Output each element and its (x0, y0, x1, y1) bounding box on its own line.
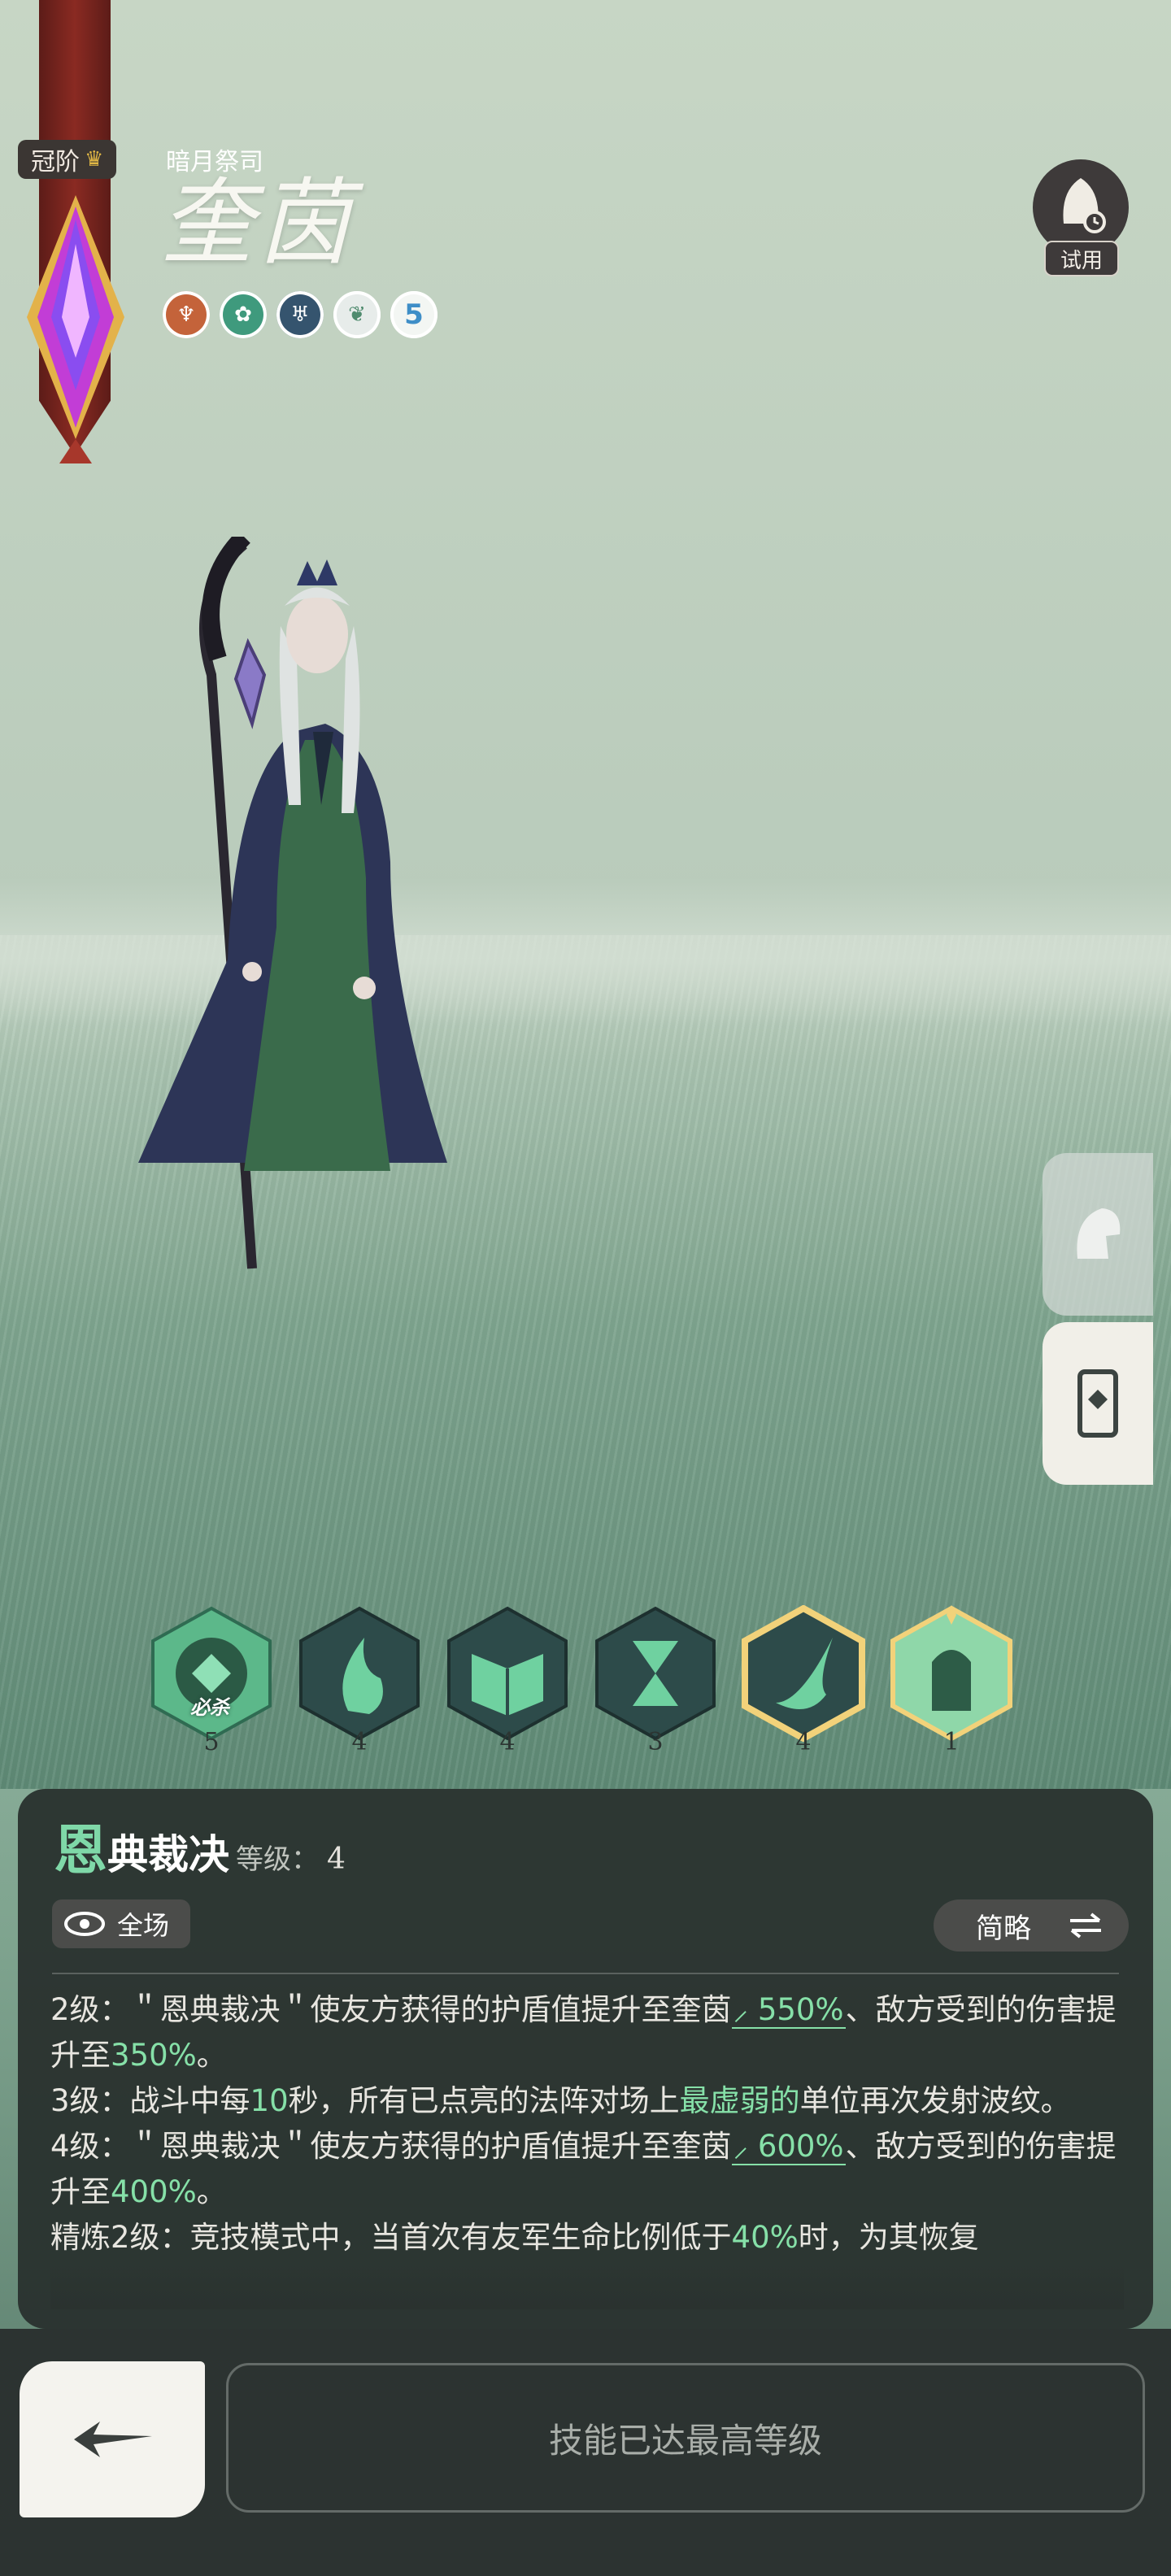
skill-title: 恩 典裁决 等级： 4 (54, 1807, 346, 1885)
ultimate-tag: 必杀 (190, 1696, 229, 1719)
eye-icon (64, 1912, 105, 1936)
skill-level: 4 (342, 1721, 377, 1763)
skill-level: 5 (194, 1721, 229, 1763)
value-shield: ⸝ 600% (731, 2129, 846, 2165)
skill-level-label: 等级： (236, 1843, 319, 1876)
skill-slot-3[interactable]: 4 (439, 1605, 576, 1756)
hero-character-art (122, 530, 610, 1317)
fire-icon[interactable]: ♆ (163, 291, 210, 338)
desc-line-3: 3级：战斗中每10秒，所有已点亮的法阵对场上最虚弱的单位再次发射波纹。 (50, 2083, 1071, 2118)
scroll-fade (50, 2261, 1124, 2309)
toggle-label: 简略 (976, 1912, 1031, 1945)
trial-button[interactable]: 试用 (1033, 159, 1130, 281)
skill-row: 必杀 5 4 4 3 4 1 (137, 1589, 1031, 1768)
hero-profile-tab[interactable] (1043, 1153, 1153, 1316)
scroll-icon (1077, 1369, 1118, 1438)
hero-name: 奎茵 (159, 168, 355, 278)
value-shield: ⸝ 550% (731, 1992, 846, 2029)
skill-slot-2[interactable]: 4 (291, 1605, 428, 1756)
skill-level: 4 (490, 1721, 525, 1763)
attribute-row: ♆ ✿ ♅ ❦ 5 (163, 291, 437, 338)
skill-slot-4[interactable]: 3 (587, 1605, 724, 1756)
nature-icon[interactable]: ✿ (220, 291, 267, 338)
max-level-notice: 技能已达最高等级 (226, 2363, 1145, 2513)
rank-tag-label: 冠阶 (31, 148, 80, 176)
star-level-badge[interactable]: 5 (390, 291, 437, 338)
skill-level: 1 (934, 1721, 969, 1763)
range-badge: 全场 (52, 1899, 191, 1948)
divider (52, 1973, 1119, 1974)
skill-level: 3 (638, 1721, 673, 1763)
skill-slot-5-selected[interactable]: 4 (735, 1605, 872, 1756)
crown-icon: ♛ (85, 147, 104, 172)
skill-detail-panel: 恩 典裁决 等级： 4 全场 简略 2级：＂恩典裁决＂使友方获得的护盾值提升至奎… (18, 1789, 1153, 2329)
skill-level: 4 (786, 1721, 821, 1763)
crest-icon[interactable]: ♅ (276, 291, 324, 338)
bottom-bar: 技能已达最高等级 (0, 2329, 1171, 2576)
desc-line-4: 4级：＂恩典裁决＂使友方获得的护盾值提升至奎茵⸝ 600%、敌方受到的伤害提升至… (50, 2129, 1117, 2209)
skill-title-rest: 典裁决 (107, 1830, 229, 1878)
back-button[interactable] (20, 2361, 205, 2517)
detail-toggle-button[interactable]: 简略 (934, 1899, 1129, 1952)
skill-title-first: 恩 (54, 1818, 107, 1882)
skill-description: 2级：＂恩典裁决＂使友方获得的护盾值提升至奎茵⸝ 550%、敌方受到的伤害提升至… (50, 1987, 1124, 2309)
desc-line-refine: 精炼2级：竞技模式中，当首次有友军生命比例低于40%时，为其恢复 (50, 2220, 979, 2255)
swap-arrows-icon (1070, 1912, 1101, 1939)
skill-slot-6[interactable]: 1 (883, 1605, 1020, 1756)
trial-label: 试用 (1044, 241, 1120, 276)
rank-tag: 冠阶 ♛ (18, 140, 117, 179)
rank-gem-icon[interactable] (23, 195, 128, 463)
skill-level-value: 4 (327, 1843, 346, 1876)
skill-scroll-tab[interactable] (1043, 1322, 1153, 1485)
helmet-icon (1077, 1208, 1121, 1259)
back-arrow-icon (74, 2422, 152, 2457)
desc-line-2: 2级：＂恩典裁决＂使友方获得的护盾值提升至奎茵⸝ 550%、敌方受到的伤害提升至… (50, 1992, 1117, 2073)
range-label: 全场 (117, 1910, 170, 1941)
skill-slot-1[interactable]: 必杀 5 (143, 1605, 280, 1756)
leaf-icon[interactable]: ❦ (333, 291, 381, 338)
